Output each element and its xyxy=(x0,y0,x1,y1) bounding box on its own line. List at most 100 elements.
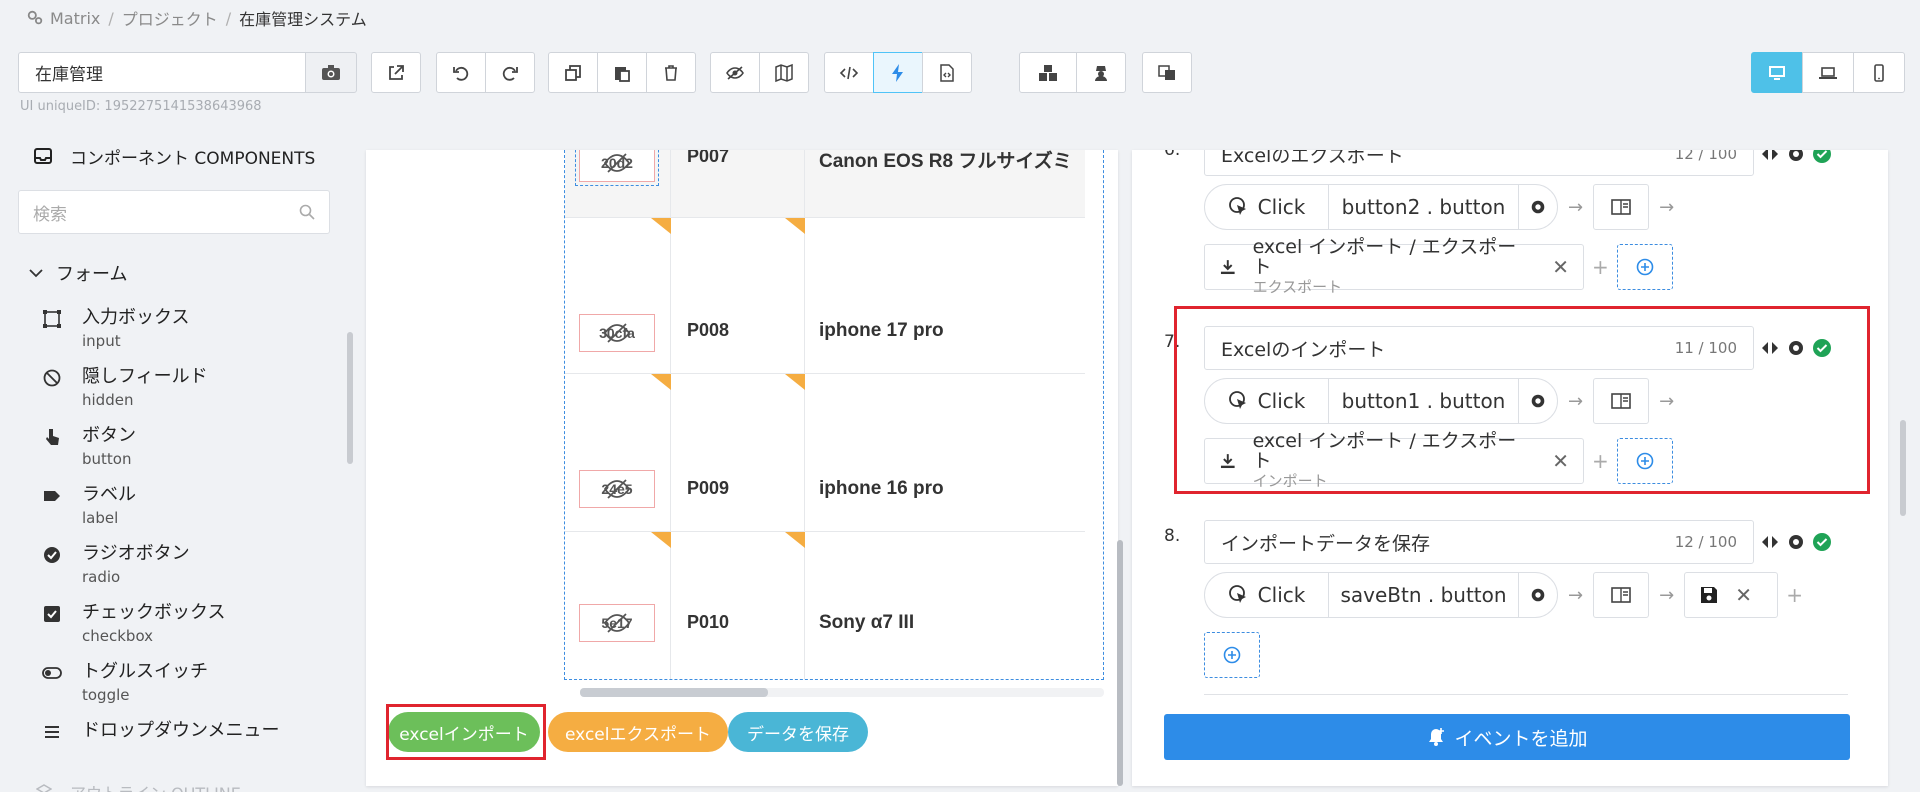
paste-button[interactable] xyxy=(597,52,647,93)
component-input[interactable]: 入力ボックス input xyxy=(42,306,189,352)
gear-icon[interactable] xyxy=(1786,150,1806,164)
image-hidden-icon xyxy=(603,323,631,343)
delete-button[interactable] xyxy=(646,52,696,93)
outline-header[interactable]: アウトライン OUTLINE xyxy=(36,780,241,792)
language-icon xyxy=(1158,64,1175,80)
excel-export-button[interactable]: excelエクスポート xyxy=(548,712,728,752)
table-row[interactable]: 24e5 P009 iphone 16 pro xyxy=(565,374,1085,532)
trigger-type[interactable]: Click xyxy=(1205,185,1329,229)
scrollbar-thumb[interactable] xyxy=(580,688,768,697)
trigger-label: Click xyxy=(1257,195,1306,219)
product-image[interactable]: 24e5 xyxy=(579,470,655,508)
events-button[interactable] xyxy=(873,52,923,93)
table-row[interactable]: 20d2 P007 Canon EOS R8 フルサイズミ xyxy=(565,150,1085,218)
radio-icon xyxy=(44,547,60,563)
list-icon xyxy=(45,726,59,738)
laptop-view-button[interactable] xyxy=(1802,52,1854,93)
trigger-target[interactable]: button2 . button xyxy=(1329,185,1519,229)
component-dropdown[interactable]: ドロップダウンメニュー xyxy=(42,719,279,743)
breadcrumb-project[interactable]: プロジェクト xyxy=(122,6,218,30)
trigger-settings-button[interactable] xyxy=(1519,185,1557,229)
component-label[interactable]: ラベル label xyxy=(42,483,136,529)
trigger-row: Click saveBtn . button → → ✕ + xyxy=(1204,572,1811,618)
plus-circle-icon xyxy=(1636,258,1654,276)
action-box[interactable]: excel インポート / エクスポート エクスポート ✕ xyxy=(1204,237,1584,296)
panel-toggle-button[interactable] xyxy=(1593,184,1650,230)
component-checkbox[interactable]: チェックボックス checkbox xyxy=(42,601,225,647)
product-code: P010 xyxy=(687,612,730,632)
save-action-box[interactable]: ✕ xyxy=(1684,572,1779,618)
component-label-jp: 入力ボックス xyxy=(82,307,190,328)
code-toggle-icon[interactable] xyxy=(1760,150,1780,164)
component-radio[interactable]: ラジオボタン radio xyxy=(42,542,190,588)
pointer-icon xyxy=(46,429,59,445)
highlight-box xyxy=(386,704,546,760)
add-action-button[interactable] xyxy=(1204,632,1260,678)
preview-button[interactable] xyxy=(710,52,760,93)
product-image[interactable]: 5e17 xyxy=(579,604,655,642)
component-toggle[interactable]: トグルスイッチ toggle xyxy=(42,660,208,706)
desktop-view-button[interactable] xyxy=(1751,52,1803,93)
trigger-type[interactable]: Click xyxy=(1205,573,1329,617)
panel-toggle-button[interactable] xyxy=(1593,572,1650,618)
table-row[interactable]: 30cfa P008 iphone 17 pro xyxy=(565,218,1085,374)
click-icon xyxy=(1228,197,1246,215)
code-toggle-icon[interactable] xyxy=(1760,532,1780,552)
component-label-en: input xyxy=(82,332,121,350)
event-title-input[interactable]: インポートデータを保存 12 / 100 xyxy=(1204,520,1754,564)
arrow-icon: → xyxy=(1659,584,1675,606)
corner-marker-icon xyxy=(651,532,671,548)
breadcrumb: Matrix / プロジェクト / 在庫管理システム xyxy=(26,6,367,30)
breadcrumb-matrix[interactable]: Matrix xyxy=(50,9,100,28)
component-hidden[interactable]: 隠しフィールド hidden xyxy=(42,365,208,411)
script-button[interactable] xyxy=(922,52,972,93)
events-scrollbar[interactable] xyxy=(1900,420,1906,516)
table-horizontal-scrollbar[interactable] xyxy=(580,688,1104,697)
arrow-icon: → xyxy=(1568,196,1584,218)
trigger-settings-button[interactable] xyxy=(1519,573,1557,617)
trigger-target[interactable]: saveBtn . button xyxy=(1329,573,1519,617)
agent-button[interactable] xyxy=(1076,52,1126,93)
event-title-input[interactable]: Excelのエクスポート 12 / 100 xyxy=(1204,150,1754,176)
screenshot-button[interactable] xyxy=(305,52,357,93)
open-external-button[interactable] xyxy=(371,52,421,93)
mobile-view-button[interactable] xyxy=(1853,52,1905,93)
components-button[interactable] xyxy=(1019,52,1077,93)
gear-icon[interactable] xyxy=(1786,532,1806,552)
map-button[interactable] xyxy=(759,52,809,93)
close-icon[interactable]: ✕ xyxy=(1552,255,1569,279)
page-name-input[interactable] xyxy=(18,52,306,93)
add-event-button[interactable]: イベントを追加 xyxy=(1164,714,1850,760)
redo-button[interactable] xyxy=(485,52,535,93)
trigger-pill[interactable]: Click button2 . button xyxy=(1204,184,1558,230)
save-data-button[interactable]: データを保存 xyxy=(728,712,868,752)
panel-resize-handle[interactable] xyxy=(1117,540,1123,786)
event-title: インポートデータを保存 xyxy=(1221,532,1431,555)
product-code: P007 xyxy=(687,150,730,166)
product-image[interactable]: 20d2 xyxy=(575,150,659,186)
trigger-label: Click xyxy=(1257,583,1306,607)
corner-marker-icon xyxy=(651,374,671,390)
code-button[interactable] xyxy=(824,52,874,93)
table-cell-code: P008 xyxy=(671,218,805,373)
layers-icon xyxy=(36,784,52,792)
translate-button[interactable] xyxy=(1142,52,1192,93)
product-image[interactable]: 30cfa xyxy=(579,314,655,352)
download-icon xyxy=(1220,260,1235,275)
hidden-icon xyxy=(43,369,61,387)
check-circle-icon xyxy=(1813,150,1831,163)
component-button[interactable]: ボタン button xyxy=(42,424,136,470)
file-code-icon xyxy=(940,63,954,82)
paste-icon xyxy=(615,66,630,82)
add-action-button[interactable] xyxy=(1616,244,1673,290)
undo-button[interactable] xyxy=(436,52,486,93)
form-group-toggle[interactable]: フォーム xyxy=(28,260,127,286)
toolbar xyxy=(18,52,1908,94)
close-icon[interactable]: ✕ xyxy=(1735,583,1752,607)
component-search-input[interactable]: 検索 xyxy=(18,190,330,234)
product-table[interactable]: 20d2 P007 Canon EOS R8 フルサイズミ 30cfa P008… xyxy=(564,150,1104,680)
sidebar-scrollbar[interactable] xyxy=(347,332,353,464)
trigger-pill[interactable]: Click saveBtn . button xyxy=(1204,572,1558,618)
table-row[interactable]: 5e17 P010 Sony α7 III xyxy=(565,532,1085,679)
copy-button[interactable] xyxy=(548,52,598,93)
